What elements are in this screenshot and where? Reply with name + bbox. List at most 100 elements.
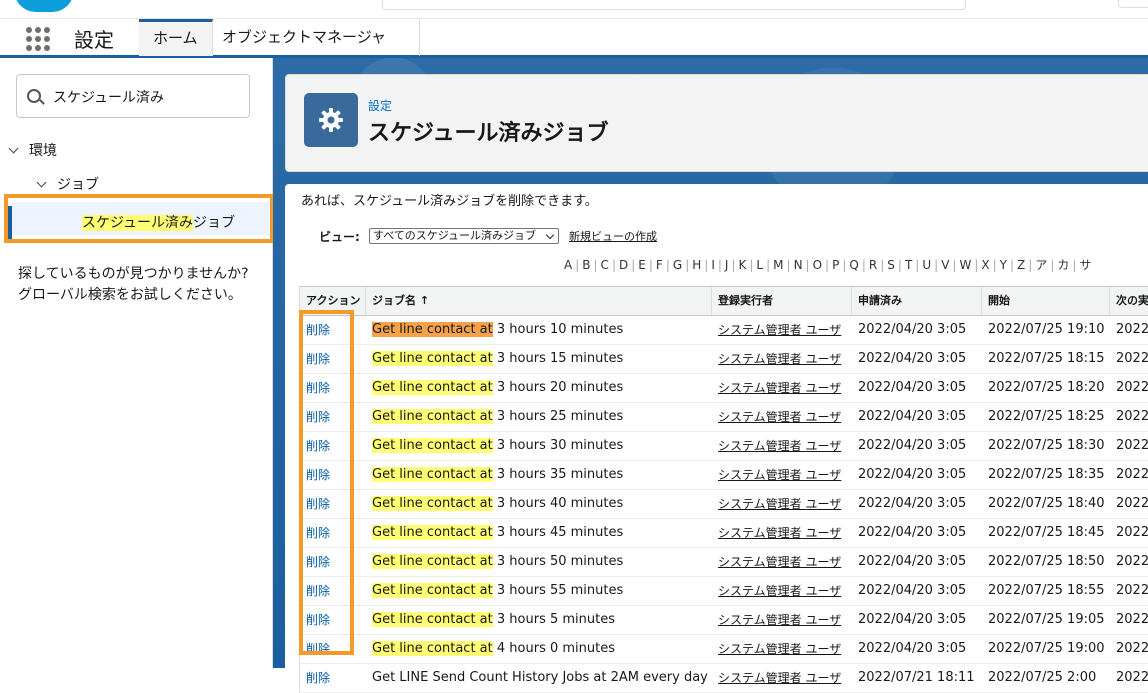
job-name-text: 3 hours 10 minutes — [492, 322, 624, 337]
started-cell: 2022/07/25 19:00 — [988, 641, 1105, 656]
delete-link[interactable]: 削除 — [306, 410, 330, 424]
tab-object-manager-label: オブジェクトマネージャ — [222, 28, 386, 46]
delete-link[interactable]: 削除 — [306, 555, 330, 569]
submitted-by-link[interactable]: システム管理者 ユーザ — [718, 497, 841, 511]
view-select[interactable]: すべてのスケジュール済みジョブ — [369, 228, 559, 244]
alphabet-filter-letter[interactable]: カ — [1054, 256, 1072, 273]
alphabet-filter-letter[interactable]: ア — [1032, 256, 1050, 273]
next-run-cell: 2022 — [1116, 438, 1148, 453]
alphabet-filter-letter[interactable]: サ — [1076, 256, 1094, 273]
col-header-started[interactable]: 開始 — [982, 287, 1110, 315]
delete-link[interactable]: 削除 — [306, 468, 330, 482]
delete-link[interactable]: 削除 — [306, 526, 330, 540]
submitted-by-link[interactable]: システム管理者 ユーザ — [718, 323, 841, 337]
scheduled-jobs-table: アクション ジョブ名 ↑ 登録実行者 申請済み 開始 次の実 削除 Get lin… — [299, 286, 1148, 693]
alphabet-filter-letter[interactable]: B — [579, 258, 593, 272]
delete-link[interactable]: 削除 — [306, 497, 330, 511]
alphabet-filter-letter[interactable]: O — [810, 258, 825, 272]
alphabet-filter-letter[interactable]: U — [919, 258, 934, 272]
started-cell: 2022/07/25 18:20 — [988, 380, 1105, 395]
alphabet-filter-letter[interactable]: M — [770, 258, 786, 272]
submitted-by-link[interactable]: システム管理者 ユーザ — [718, 468, 841, 482]
chevron-down-icon[interactable] — [8, 143, 19, 154]
submitted-cell: 2022/04/20 3:05 — [858, 641, 967, 656]
delete-link[interactable]: 削除 — [306, 671, 330, 685]
submitted-cell: 2022/04/20 3:05 — [858, 525, 967, 540]
alphabet-filter-letter[interactable]: C — [598, 258, 612, 272]
table-row: 削除 Get line contact at 3 hours 45 minutes… — [300, 519, 1148, 548]
started-cell: 2022/07/25 18:35 — [988, 467, 1105, 482]
tree-node-scheduled-jobs[interactable]: スケジュール済みジョブ — [8, 202, 270, 239]
app-launcher-icon[interactable] — [26, 27, 50, 51]
submitted-by-link[interactable]: システム管理者 ユーザ — [718, 439, 841, 453]
started-cell: 2022/07/25 19:10 — [988, 322, 1105, 337]
tree-node-jobs-label: ジョブ — [57, 177, 99, 193]
setup-sidebar: スケジュール済み 環境 ジョブ スケジュール済みジョブ 探しているものが見つかり… — [0, 58, 274, 668]
alphabet-filter-letter[interactable]: X — [978, 258, 992, 272]
breadcrumb[interactable]: 設定 — [368, 97, 392, 114]
delete-link[interactable]: 削除 — [306, 613, 330, 627]
delete-link[interactable]: 削除 — [306, 352, 330, 366]
col-header-submitted-by[interactable]: 登録実行者 — [712, 287, 852, 315]
col-header-action: アクション — [300, 287, 366, 315]
alphabet-filter-letter[interactable]: H — [689, 258, 704, 272]
search-match-highlight: Get line contact at — [372, 641, 493, 656]
alphabet-filter-letter[interactable]: P — [829, 258, 842, 272]
delete-link[interactable]: 削除 — [306, 323, 330, 337]
alphabet-filter-letter[interactable]: E — [635, 258, 649, 272]
alphabet-filter-letter[interactable]: S — [884, 258, 898, 272]
alphabet-filter-letter[interactable]: K — [736, 258, 750, 272]
delete-link[interactable]: 削除 — [306, 439, 330, 453]
tab-object-manager[interactable]: オブジェクトマネージャ — [208, 19, 420, 78]
global-search-input[interactable] — [382, 0, 966, 10]
alphabet-filter-letter[interactable]: Y — [997, 258, 1010, 272]
page-title: スケジュール済みジョブ — [368, 121, 609, 146]
col-header-submitted[interactable]: 申請済み — [852, 287, 982, 315]
submitted-by-link[interactable]: システム管理者 ユーザ — [718, 671, 841, 685]
view-label: ビュー: — [319, 230, 360, 244]
tab-home[interactable]: ホーム — [139, 19, 213, 56]
header-utility-button[interactable] — [1118, 0, 1148, 8]
alphabet-filter-letter[interactable]: A — [561, 258, 575, 272]
alphabet-filter-letter[interactable]: Q — [846, 258, 861, 272]
table-row: 削除 Get line contact at 3 hours 25 minutes… — [300, 403, 1148, 432]
alphabet-filter-letter[interactable]: I — [708, 258, 718, 272]
tree-node-jobs[interactable]: ジョブ — [36, 174, 99, 194]
quick-find-input[interactable]: スケジュール済み — [16, 74, 250, 118]
salesforce-logo-icon[interactable] — [14, 0, 74, 12]
tree-node-environment[interactable]: 環境 — [8, 140, 57, 160]
alphabet-filter-letter[interactable]: G — [670, 258, 685, 272]
delete-link[interactable]: 削除 — [306, 642, 330, 656]
next-run-cell: 2022 — [1116, 554, 1148, 569]
col-header-job-name[interactable]: ジョブ名 ↑ — [366, 287, 712, 315]
alphabet-filter-letter[interactable]: V — [938, 258, 952, 272]
create-new-view-link[interactable]: 新規ビューの作成 — [569, 228, 657, 244]
search-match-highlight: Get line contact at — [372, 438, 493, 453]
submitted-by-link[interactable]: システム管理者 ユーザ — [718, 555, 841, 569]
alphabet-filter-letter[interactable]: R — [866, 258, 880, 272]
table-row: 削除 Get line contact at 3 hours 10 minutes… — [300, 316, 1148, 345]
submitted-by-link[interactable]: システム管理者 ユーザ — [718, 526, 841, 540]
view-select-value: すべてのスケジュール済みジョブ — [373, 229, 537, 242]
alphabet-filter-letter[interactable]: F — [653, 258, 666, 272]
submitted-by-link[interactable]: システム管理者 ユーザ — [718, 642, 841, 656]
alphabet-filter-letter[interactable]: N — [791, 258, 806, 272]
alphabet-filter-letter[interactable]: L — [753, 258, 766, 272]
alphabet-filter-letter[interactable]: W — [956, 258, 974, 272]
chevron-down-icon[interactable] — [36, 177, 47, 188]
alphabet-filter-letter[interactable]: D — [616, 258, 631, 272]
table-row: 削除 Get line contact at 3 hours 55 minutes… — [300, 577, 1148, 606]
submitted-by-link[interactable]: システム管理者 ユーザ — [718, 613, 841, 627]
alphabet-filter-letter[interactable]: Z — [1014, 258, 1028, 272]
started-cell: 2022/07/25 18:55 — [988, 583, 1105, 598]
delete-link[interactable]: 削除 — [306, 381, 330, 395]
submitted-by-link[interactable]: システム管理者 ユーザ — [718, 410, 841, 424]
delete-link[interactable]: 削除 — [306, 584, 330, 598]
submitted-by-link[interactable]: システム管理者 ユーザ — [718, 381, 841, 395]
col-header-next[interactable]: 次の実 — [1110, 287, 1148, 315]
started-cell: 2022/07/25 18:30 — [988, 438, 1105, 453]
alphabet-filter-letter[interactable]: T — [902, 258, 915, 272]
submitted-by-link[interactable]: システム管理者 ユーザ — [718, 584, 841, 598]
submitted-by-link[interactable]: システム管理者 ユーザ — [718, 352, 841, 366]
started-cell: 2022/07/25 18:15 — [988, 351, 1105, 366]
